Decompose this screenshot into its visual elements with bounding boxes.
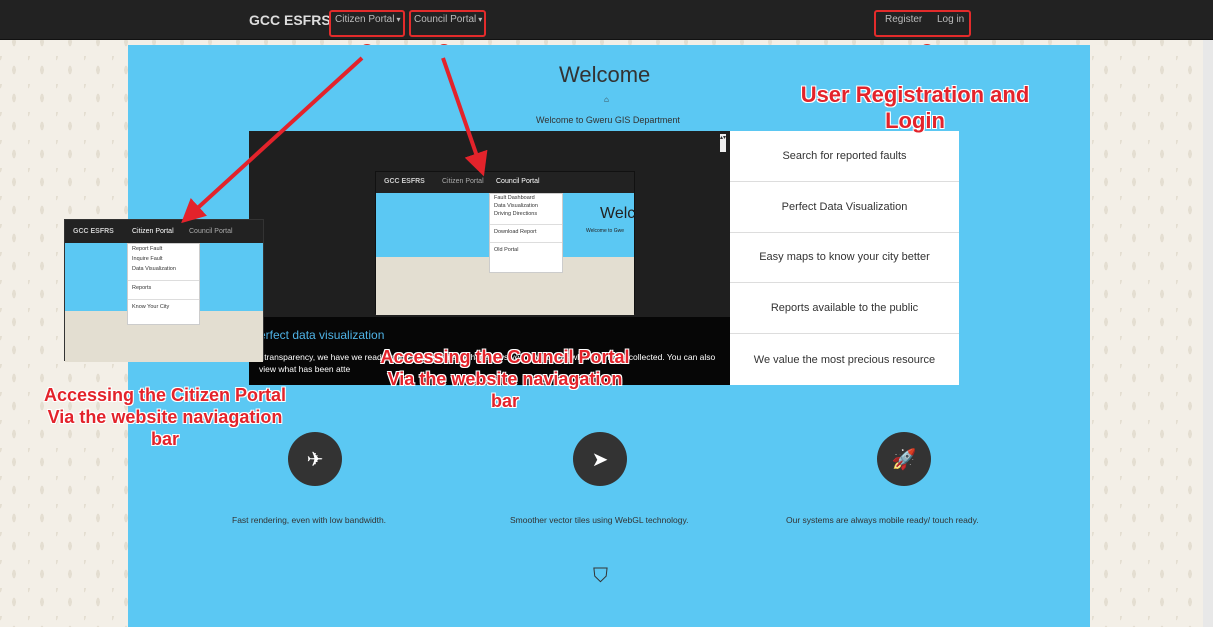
menu-item: Fault Dashboard xyxy=(494,195,535,201)
menu-item: Download Report xyxy=(490,224,562,236)
citizen-portal-preview: GCC ESFRS Citizen Portal Council Portal … xyxy=(64,219,264,362)
preview-citizen-portal: Citizen Portal xyxy=(132,228,174,235)
page-scrollbar[interactable] xyxy=(1203,40,1213,627)
feature-text: Smoother vector tiles using WebGL techno… xyxy=(510,515,689,525)
preview-navbar: GCC ESFRS Citizen Portal Council Portal xyxy=(65,220,263,243)
register-login-highlight xyxy=(874,10,971,37)
feature-item[interactable]: We value the most precious resource xyxy=(730,334,959,385)
caption-title: erfect data visualization xyxy=(259,328,385,342)
citizen-annotation: Accessing the Citizen Portal Via the web… xyxy=(43,385,287,449)
shield-icon: ⛉ xyxy=(593,565,608,587)
menu-item: Data Visualization xyxy=(132,266,176,272)
menu-item: Report Fault xyxy=(132,246,163,252)
brand-link[interactable]: GCC ESFRS xyxy=(249,12,331,28)
citizen-portal-highlight xyxy=(329,10,405,37)
menu-item: Data Visualization xyxy=(494,203,538,209)
feature-text: Our systems are always mobile ready/ tou… xyxy=(786,515,979,525)
feature-item[interactable]: Perfect Data Visualization xyxy=(730,182,959,233)
menu-item: Reports xyxy=(128,280,199,293)
page-subtitle: Welcome to Gweru GIS Department xyxy=(536,115,680,125)
feature-item[interactable]: Search for reported faults xyxy=(730,131,959,182)
inner-welcome-title: Welc xyxy=(600,205,636,222)
top-navbar: GCC ESFRS Citizen Portal ▾ Council Portal… xyxy=(0,0,1213,40)
menu-item: Inquire Fault xyxy=(132,256,163,262)
inner-brand: GCC ESFRS xyxy=(384,178,425,185)
council-annotation: Accessing the Council Portal Via the web… xyxy=(380,347,630,411)
jet-icon: ➤ xyxy=(573,432,627,486)
rocket-icon: 🚀 xyxy=(877,432,931,486)
inner-council-portal: Council Portal xyxy=(496,178,540,185)
preview-council-portal: Council Portal xyxy=(189,228,233,235)
menu-item: Old Portal xyxy=(490,242,562,254)
carousel-screenshot: GCC ESFRS Citizen Portal Council Portal … xyxy=(375,171,636,315)
inner-navbar: GCC ESFRS Citizen Portal Council Portal xyxy=(376,172,634,193)
carousel-control-icon[interactable]: ▴▾ xyxy=(720,134,726,152)
council-portal-menu: Fault Dashboard Data Visualization Drivi… xyxy=(489,193,563,273)
feature-list: Search for reported faults Perfect Data … xyxy=(730,131,959,385)
home-icon: ⌂ xyxy=(604,95,609,104)
preview-brand: GCC ESFRS xyxy=(73,228,114,235)
menu-item: Driving Directions xyxy=(494,211,538,217)
user-annotation: User Registration and Login xyxy=(800,82,1030,133)
citizen-portal-menu: Report Fault Inquire Fault Data Visualiz… xyxy=(127,243,200,325)
page-title: Welcome xyxy=(559,62,651,87)
inner-welcome-subtitle: Welcome to Gwe xyxy=(586,228,624,234)
feature-item[interactable]: Easy maps to know your city better xyxy=(730,233,959,284)
council-portal-highlight xyxy=(409,10,486,37)
menu-item: Know Your City xyxy=(128,299,199,312)
inner-citizen-portal: Citizen Portal xyxy=(442,178,484,185)
plane-icon: ✈ xyxy=(288,432,342,486)
feature-text: Fast rendering, even with low bandwidth. xyxy=(232,515,387,525)
feature-item[interactable]: Reports available to the public xyxy=(730,283,959,335)
